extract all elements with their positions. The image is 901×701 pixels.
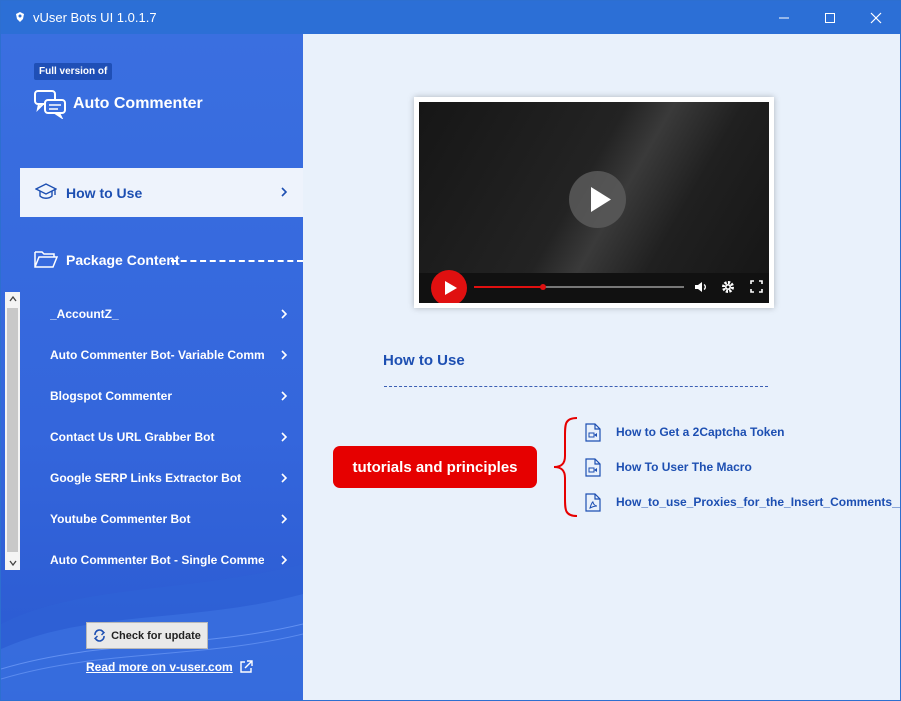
section-title: How to Use — [383, 352, 465, 369]
package-item-label: Google SERP Links Extractor Bot — [50, 471, 242, 485]
chevron-right-icon — [281, 432, 288, 442]
package-item[interactable]: _AccountZ_ — [21, 296, 303, 332]
product-title: Auto Commenter — [73, 95, 203, 112]
package-item-label: Youtube Commenter Bot — [50, 512, 191, 526]
chevron-right-icon — [281, 391, 288, 401]
check-for-update-button[interactable]: Check for update — [86, 622, 208, 649]
video-progress-handle[interactable] — [540, 284, 547, 290]
app-icon — [16, 12, 24, 22]
tutorial-link-label: How_to_use_Proxies_for_the_Insert_Commen… — [616, 495, 900, 509]
package-item[interactable]: Auto Commenter Bot- Variable Comment Ver… — [21, 337, 303, 373]
scrollbar-thumb[interactable] — [7, 308, 18, 552]
package-item[interactable]: Google SERP Links Extractor Bot — [21, 460, 303, 496]
scroll-down-button[interactable] — [5, 556, 20, 570]
sidebar: Full version of Auto Commenter How to Us… — [1, 34, 303, 700]
tutorial-link[interactable]: How To User The Macro — [585, 457, 900, 479]
chevron-right-icon — [281, 309, 288, 319]
check-for-update-label: Check for update — [111, 629, 201, 642]
video-play-overlay-button[interactable] — [569, 171, 626, 228]
package-item[interactable]: Blogspot Commenter — [21, 378, 303, 414]
video-progress-bar[interactable] — [474, 284, 684, 290]
video-player[interactable] — [414, 97, 774, 308]
video-progress-fill — [474, 286, 544, 288]
maximize-button[interactable] — [807, 1, 853, 34]
chevron-up-icon — [8, 296, 17, 302]
package-item[interactable]: Youtube Commenter Bot — [21, 501, 303, 537]
chevron-down-icon — [8, 560, 17, 566]
window-title: vUser Bots UI 1.0.1.7 — [33, 10, 157, 25]
chevron-right-icon — [281, 473, 288, 483]
minimize-icon — [779, 17, 789, 18]
video-controls — [419, 270, 769, 303]
tutorial-link[interactable]: How to Get a 2Captcha Token — [585, 422, 900, 444]
package-content-label: Package Content — [66, 252, 180, 268]
package-item[interactable]: Auto Commenter Bot - Single Comment — [21, 542, 303, 578]
read-more-link[interactable]: Read more on v-user.com — [86, 660, 253, 674]
read-more-label: Read more on v-user.com — [86, 660, 233, 674]
app-window: vUser Bots UI 1.0.1.7 Full version of Au — [0, 0, 901, 701]
package-item-label: _AccountZ_ — [50, 307, 119, 321]
title-bar: vUser Bots UI 1.0.1.7 — [1, 1, 900, 34]
tutorial-link-label: How to Get a 2Captcha Token — [616, 425, 785, 439]
tutorial-link-label: How To User The Macro — [616, 460, 752, 474]
main-content: How to Use tutorials and principles How … — [303, 34, 900, 700]
package-content-header: Package Content — [1, 234, 303, 284]
package-item-label: Auto Commenter Bot - Single Comment — [50, 553, 264, 567]
video-file-icon — [585, 458, 601, 477]
graduation-cap-icon — [35, 183, 57, 199]
section-divider — [384, 386, 768, 387]
external-link-icon — [240, 660, 253, 673]
curly-brace-icon — [553, 417, 578, 517]
tutorials-callout: tutorials and principles — [333, 446, 537, 488]
close-icon — [870, 12, 882, 23]
settings-icon[interactable] — [721, 280, 735, 294]
nav-how-to-use[interactable]: How to Use — [20, 168, 303, 217]
pdf-file-icon — [585, 493, 601, 512]
maximize-icon — [825, 12, 835, 23]
fullscreen-icon[interactable] — [750, 280, 763, 293]
scroll-up-button[interactable] — [5, 292, 20, 306]
video-play-button[interactable] — [431, 270, 467, 303]
chat-bubbles-icon — [34, 90, 66, 119]
nav-how-to-use-label: How to Use — [66, 185, 143, 201]
sidebar-scrollbar[interactable] — [5, 292, 20, 570]
video-file-icon — [585, 423, 601, 442]
chevron-right-icon — [281, 350, 288, 360]
chevron-right-icon — [281, 514, 288, 524]
volume-icon[interactable] — [694, 280, 708, 294]
chevron-right-icon — [281, 555, 288, 565]
play-icon — [445, 281, 457, 295]
play-icon — [591, 187, 611, 212]
refresh-icon — [94, 629, 106, 642]
version-badge: Full version of — [34, 63, 113, 80]
chevron-right-icon — [281, 187, 288, 197]
video-screen[interactable] — [419, 102, 769, 303]
minimize-button[interactable] — [761, 1, 807, 34]
folder-open-icon — [34, 251, 58, 268]
package-item[interactable]: Contact Us URL Grabber Bot — [21, 419, 303, 455]
package-item-label: Contact Us URL Grabber Bot — [50, 430, 215, 444]
package-item-label: Auto Commenter Bot- Variable Comment Ver… — [50, 348, 264, 362]
package-content-divider — [171, 260, 303, 262]
package-item-label: Blogspot Commenter — [50, 389, 173, 403]
tutorial-link[interactable]: How_to_use_Proxies_for_the_Insert_Commen… — [585, 492, 900, 514]
close-button[interactable] — [853, 1, 899, 34]
